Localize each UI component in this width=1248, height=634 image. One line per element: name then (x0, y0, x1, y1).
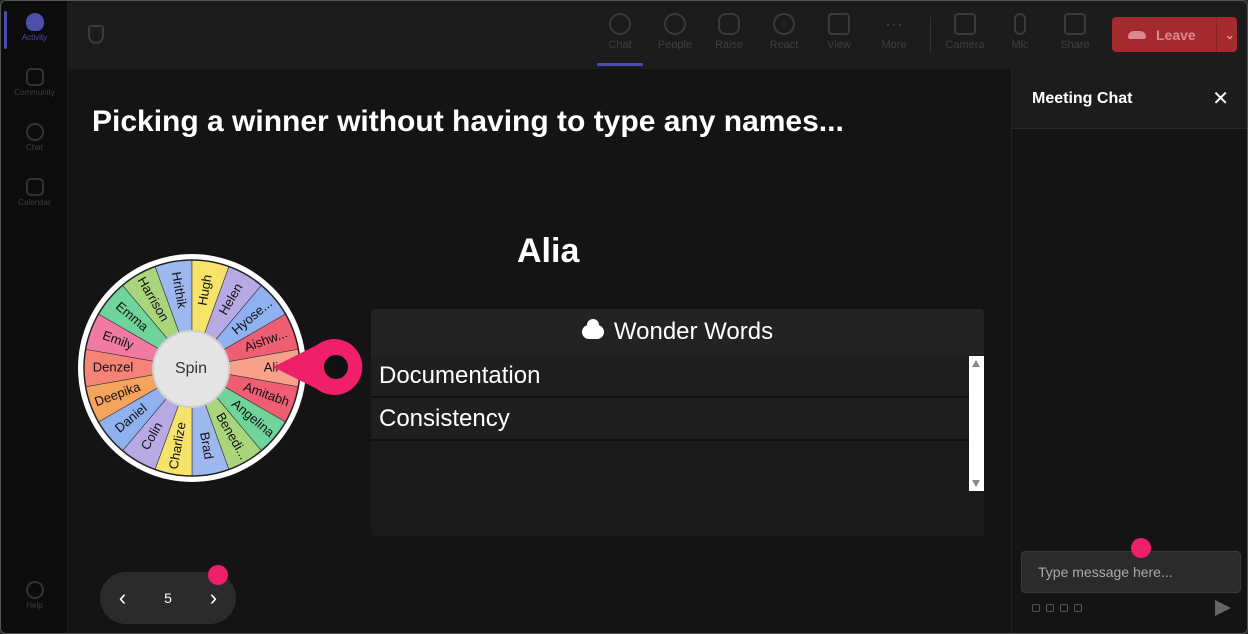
bell-icon (25, 13, 44, 31)
rail-item-calendar[interactable]: Calendar (1, 178, 68, 207)
rail-item-help[interactable]: Help (1, 581, 68, 610)
chat-header: Meeting Chat ✕ (1012, 69, 1247, 129)
app-window: Activity Community Chat Calendar Help Ch… (0, 0, 1248, 634)
leave-split-divider (1215, 17, 1217, 52)
share-button[interactable]: Share (1048, 13, 1102, 51)
wheel-pointer (273, 339, 363, 395)
camera-button[interactable]: Camera (938, 13, 992, 51)
more-dots-icon: ··· (885, 14, 903, 34)
attach-icon[interactable] (1046, 604, 1054, 612)
pointer-dot (208, 565, 228, 585)
send-icon[interactable] (1215, 600, 1231, 616)
leave-button-label: Leave (1156, 26, 1196, 43)
chat-title: Meeting Chat (1032, 89, 1133, 107)
rail-item-label: Community (14, 88, 55, 97)
more-button-label: More (881, 39, 907, 51)
shield-icon[interactable] (88, 25, 104, 44)
rail-item-label: Help (26, 601, 43, 610)
hang-up-icon (1128, 30, 1146, 39)
wonder-words-title: Wonder Words (613, 318, 774, 345)
smiley-icon (773, 13, 795, 35)
slide-title: Picking a winner without having to type … (92, 105, 844, 138)
help-icon (25, 581, 44, 599)
camera-off-icon (954, 13, 976, 35)
list-item-text: Documentation (379, 361, 541, 389)
close-icon[interactable]: ✕ (1212, 86, 1229, 111)
list-scrollbar[interactable] (969, 356, 984, 491)
leave-button[interactable]: Leave ⌄ (1112, 17, 1237, 52)
hand-icon (718, 13, 740, 35)
rail-item-label: Chat (26, 143, 43, 152)
raise-hand-button[interactable]: Raise (702, 13, 756, 51)
rail-item-label: Activity (21, 33, 48, 42)
view-button-label: View (827, 39, 851, 51)
rail-item-chat[interactable]: Chat (1, 123, 68, 152)
wonder-words-panel: Wonder Words Documentation Consistency (371, 309, 984, 536)
react-button[interactable]: React (757, 13, 811, 51)
scroll-down-icon[interactable] (972, 480, 980, 487)
chat-message-input[interactable]: Type message here... (1021, 551, 1241, 593)
people-button-label: People (657, 39, 693, 51)
rail-item-label: Calendar (18, 198, 51, 207)
people-icon (664, 13, 686, 35)
chevron-down-icon[interactable]: ⌄ (1225, 28, 1235, 42)
winner-name: Alia (517, 232, 580, 270)
rail-item-activity[interactable]: Activity (1, 13, 68, 42)
previous-slide-button[interactable]: ‹ (119, 585, 126, 611)
emoji-icon[interactable] (1060, 604, 1068, 612)
chat-button[interactable]: Chat (593, 13, 647, 51)
share-screen-icon (1064, 13, 1086, 35)
raise-button-label: Raise (714, 39, 744, 51)
chat-icon (609, 13, 631, 35)
list-item: Documentation (371, 355, 969, 398)
spin-button-label: Spin (174, 360, 208, 377)
share-button-label: Share (1060, 39, 1090, 51)
active-tab-indicator (597, 63, 643, 66)
camera-button-label: Camera (945, 39, 985, 51)
meeting-chat-panel: Meeting Chat ✕ Type message here... (1011, 69, 1247, 633)
wheel-slice-label: Denzel (93, 359, 134, 374)
pointer-dot (1131, 538, 1151, 558)
chat-input-placeholder: Type message here... (1038, 564, 1173, 580)
mic-button[interactable]: Mic (993, 13, 1047, 51)
react-button-label: React (769, 39, 799, 51)
people-button[interactable]: People (648, 13, 702, 51)
view-button[interactable]: View (812, 13, 866, 51)
community-icon (25, 68, 44, 86)
page-number: 5 (164, 590, 172, 606)
next-slide-button[interactable]: › (210, 585, 217, 611)
gif-icon[interactable] (1074, 604, 1082, 612)
more-button[interactable]: ··· More (867, 13, 921, 51)
meeting-toolbar: Chat People Raise React View ··· More Ca… (68, 1, 1247, 69)
wonder-words-header: Wonder Words (371, 309, 984, 355)
scroll-up-icon[interactable] (972, 360, 980, 367)
chat-button-label: Chat (608, 39, 632, 51)
left-rail: Activity Community Chat Calendar Help (1, 1, 68, 633)
toolbar-divider (930, 17, 931, 53)
list-item-text: Consistency (379, 404, 510, 432)
grid-icon (828, 13, 850, 35)
chat-icon (25, 123, 44, 141)
mic-icon (1014, 13, 1026, 35)
rail-item-community[interactable]: Community (1, 68, 68, 97)
format-icon[interactable] (1032, 604, 1040, 612)
chat-format-tools (1032, 604, 1082, 612)
spin-button[interactable]: Spin (152, 330, 230, 408)
mic-button-label: Mic (1011, 39, 1029, 51)
calendar-icon (25, 178, 44, 196)
cloud-icon (581, 319, 604, 339)
list-item: Consistency (371, 398, 969, 441)
wonder-words-list: Documentation Consistency (371, 355, 969, 441)
